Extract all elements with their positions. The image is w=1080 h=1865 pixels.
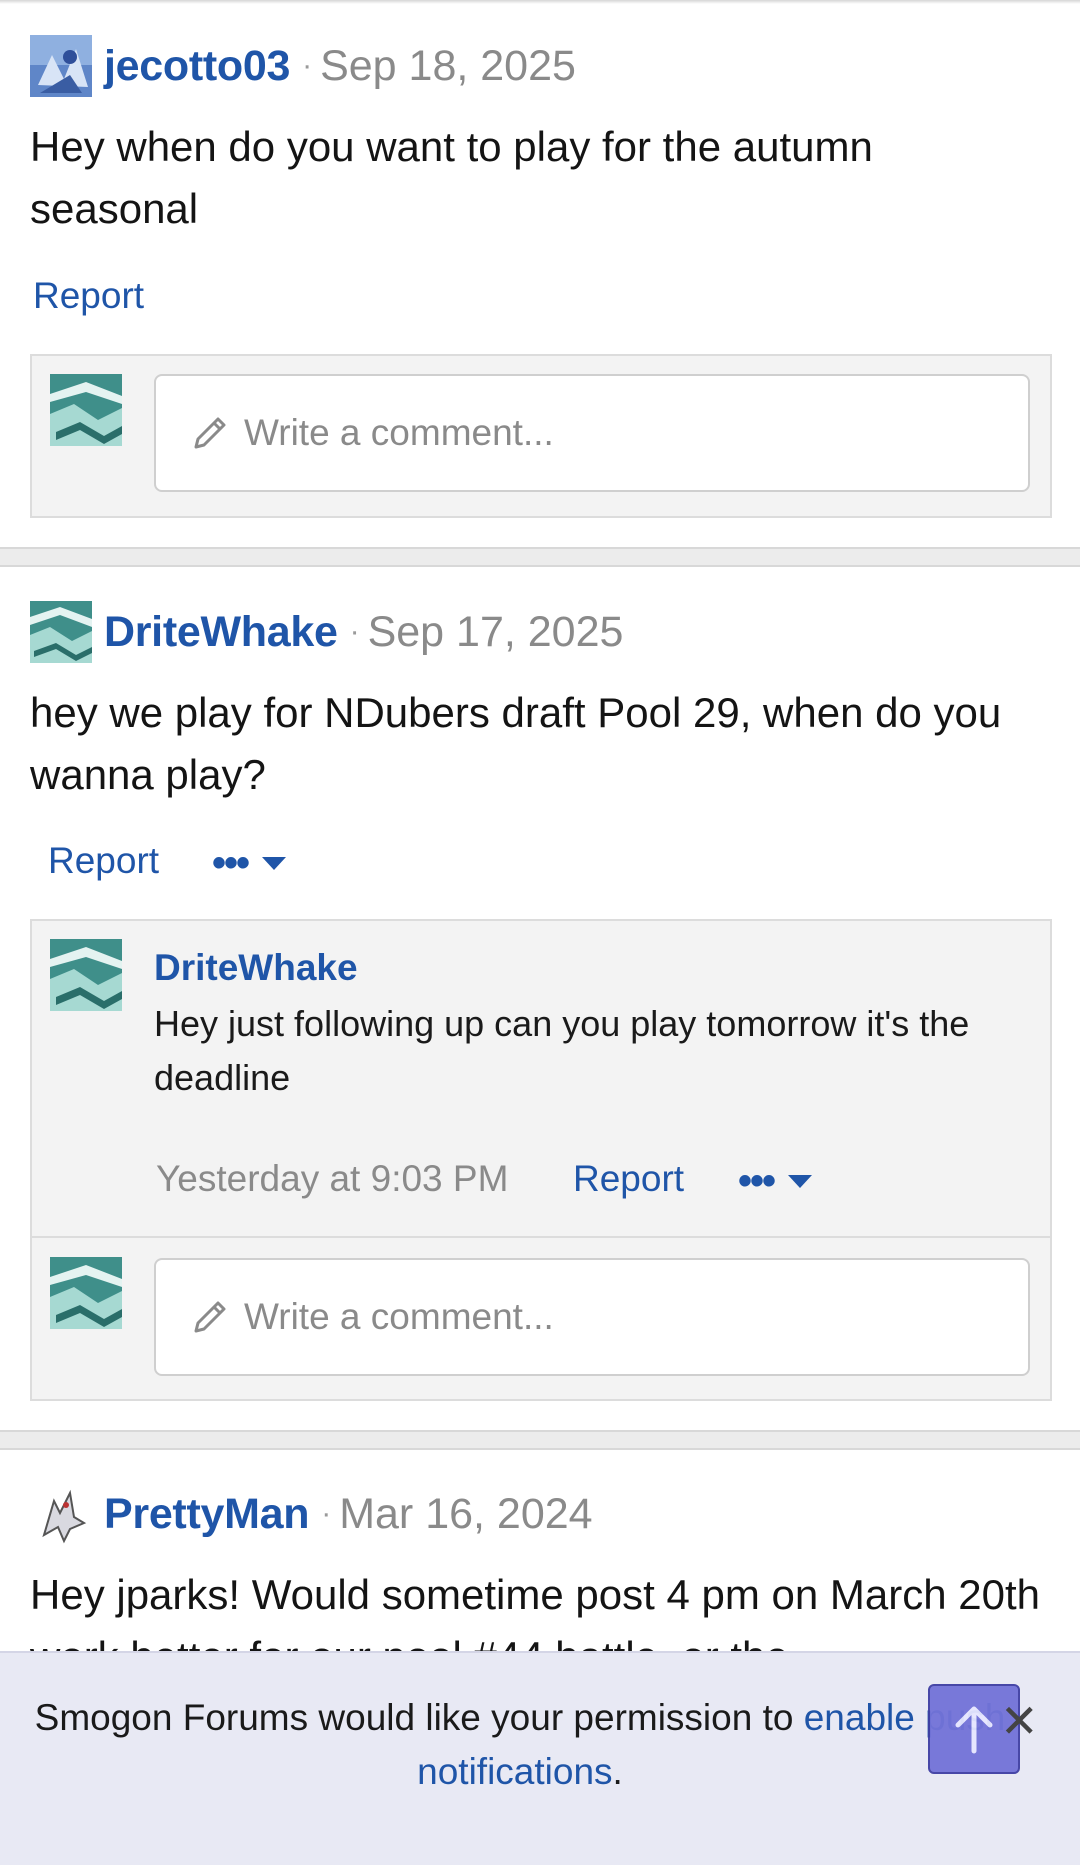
post-date[interactable]: Sep 17, 2025 <box>368 608 624 657</box>
post-body: hey we play for NDubers draft Pool 29, w… <box>30 689 1002 798</box>
chevron-down-icon <box>788 1174 813 1188</box>
comment-input[interactable]: Write a comment... <box>154 374 1030 492</box>
more-dots-icon: ••• <box>212 841 250 885</box>
post-date[interactable]: Sep 18, 2025 <box>320 42 576 91</box>
report-link[interactable]: Report <box>33 275 144 317</box>
reply-report-link[interactable]: Report <box>573 1158 684 1200</box>
post-header: PrettyMan · Mar 16, 2024 <box>30 1482 593 1546</box>
post-header: jecotto03 · Sep 18, 2025 <box>30 34 576 98</box>
banner-text: Smogon Forums would like your permission… <box>34 1697 804 1738</box>
chevron-down-icon <box>262 856 287 870</box>
comment-placeholder: Write a comment... <box>244 412 554 453</box>
avatar[interactable] <box>30 601 92 663</box>
reply-avatar[interactable] <box>50 939 122 1011</box>
banner-end: . <box>612 1751 623 1792</box>
post-header: DriteWhake · Sep 17, 2025 <box>30 600 623 664</box>
comment-box: Write a comment... <box>30 354 1052 518</box>
comment-input[interactable]: Write a comment... <box>154 1258 1030 1376</box>
comment-placeholder: Write a comment... <box>244 1296 554 1337</box>
push-notification-banner: Smogon Forums would like your permission… <box>0 1651 1080 1865</box>
close-icon[interactable]: ✕ <box>1000 1694 1039 1748</box>
report-link[interactable]: Report <box>48 840 159 882</box>
author-name[interactable]: PrettyMan <box>104 1490 309 1539</box>
arrow-up-icon <box>955 1706 993 1754</box>
avatar[interactable] <box>30 35 92 97</box>
post-body: Hey when do you want to play for the aut… <box>30 123 873 232</box>
reply-author[interactable]: DriteWhake <box>154 947 358 989</box>
separator-dot: · <box>349 615 360 648</box>
avatar[interactable] <box>30 1483 92 1545</box>
author-name[interactable]: DriteWhake <box>104 608 338 657</box>
more-actions-menu[interactable]: ••• <box>212 841 287 885</box>
comment-separator <box>32 1236 1050 1238</box>
reply-text: Hey just following up can you play tomor… <box>154 1003 970 1098</box>
more-dots-icon: ••• <box>738 1159 776 1203</box>
post-divider <box>0 1430 1080 1450</box>
comments-section: DriteWhake Hey just following up can you… <box>30 919 1052 1401</box>
author-name[interactable]: jecotto03 <box>104 42 290 91</box>
pencil-icon <box>194 1301 226 1333</box>
post-date[interactable]: Mar 16, 2024 <box>339 1490 592 1539</box>
post-divider <box>0 547 1080 567</box>
my-avatar <box>50 1257 122 1329</box>
top-shadow <box>0 0 1080 4</box>
pencil-icon <box>194 417 226 449</box>
banner-message: Smogon Forums would like your permission… <box>20 1691 1020 1799</box>
my-avatar <box>50 374 122 446</box>
separator-dot: · <box>321 1497 332 1530</box>
reply-date[interactable]: Yesterday at 9:03 PM <box>156 1158 508 1200</box>
reply-more-menu[interactable]: ••• <box>738 1159 813 1203</box>
separator-dot: · <box>302 49 313 82</box>
